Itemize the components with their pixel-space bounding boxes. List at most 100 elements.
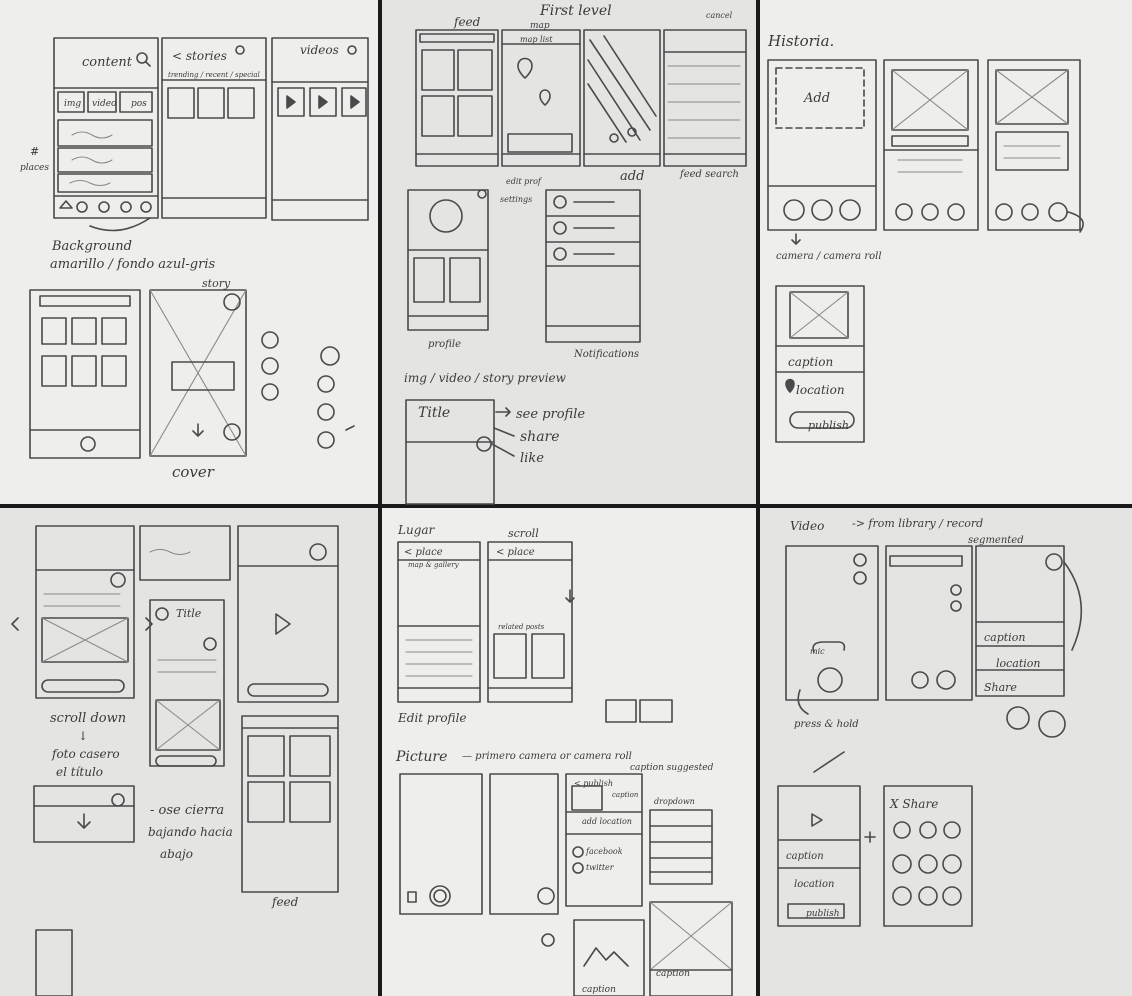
handwritten-note: see profile (516, 407, 586, 422)
handwritten-note: Video (790, 519, 825, 533)
add-screen-sketch (583, 29, 661, 167)
handwritten-note: location (796, 383, 845, 397)
handwritten-note: related posts (498, 623, 545, 631)
handwritten-note: — primero camera or camera roll (462, 751, 632, 762)
stories-screen-sketch (161, 37, 267, 219)
handwritten-note: caption (786, 851, 824, 862)
handwritten-note: dropdown (654, 797, 695, 806)
handwritten-note: add location (582, 817, 632, 826)
map-screen-sketch (501, 29, 581, 167)
handwritten-note: bajando hacia (148, 825, 233, 839)
handwritten-note: caption (582, 985, 616, 995)
search-screen-sketch (663, 29, 747, 167)
handwritten-note: cover (172, 463, 214, 481)
place-related-sketch (487, 541, 575, 703)
handwritten-note: press & hold (794, 719, 859, 730)
handwritten-note: Background (52, 239, 132, 254)
handwritten-note: location (794, 879, 835, 890)
icon-doodles (261, 331, 355, 449)
grid-screen-sketch (29, 289, 141, 459)
handwritten-note: facebook (586, 847, 623, 856)
handwritten-note: twitter (586, 863, 614, 872)
handwritten-note: camera / camera roll (776, 251, 882, 262)
handwritten-note: videos (300, 43, 339, 57)
handwritten-note: scroll down (50, 711, 127, 726)
handwritten-note: caption (788, 355, 834, 369)
video-player-sketch (237, 525, 339, 703)
camera-sketch (399, 773, 483, 915)
handwritten-note: story (202, 277, 231, 290)
historia-publish-sketch (775, 233, 865, 443)
handwritten-note: feed (272, 895, 299, 909)
handwritten-note: scroll (508, 527, 539, 540)
handwritten-note: feed search (680, 169, 739, 180)
notifications-screen-sketch (545, 189, 641, 343)
handwritten-note: caption (984, 631, 1026, 644)
edit-profile-thumb (605, 699, 673, 723)
handwritten-note: img / video / story preview (404, 371, 566, 385)
handwritten-note: ↓ (78, 729, 89, 743)
trending-feed-sketch (241, 715, 339, 893)
crop-preview-sketch (573, 901, 733, 996)
handwritten-note: location (996, 657, 1041, 670)
handwritten-note: Edit profile (398, 711, 467, 725)
video-record-sketch (785, 545, 879, 715)
handwritten-note: caption suggested (630, 763, 714, 773)
historia-text-sketch (987, 59, 1084, 233)
profile-screen-sketch (407, 189, 489, 331)
handwritten-note: mic (810, 647, 825, 656)
videos-screen-sketch (271, 37, 369, 221)
handwritten-note: Historia. (768, 32, 835, 50)
handwritten-note: pos (131, 99, 147, 109)
handwritten-note: segmented (968, 535, 1024, 546)
handwritten-note: el título (56, 765, 104, 779)
story-screen-sketch (149, 289, 247, 457)
handwritten-note: cancel (706, 11, 733, 20)
handwritten-note: caption (612, 791, 639, 799)
historia-edit-sketch (883, 59, 979, 231)
handwritten-note: like (520, 451, 544, 466)
handwritten-note: add (620, 169, 645, 184)
handwritten-note: < publish (574, 779, 614, 788)
handwritten-note: map & gallery (408, 561, 459, 569)
handwritten-note: # (30, 145, 40, 158)
handwritten-note: amarillo / fondo azul-gris (50, 257, 216, 272)
handwritten-note: Add (804, 91, 831, 106)
handwritten-note: Lugar (398, 523, 435, 537)
handwritten-note: Share (984, 681, 1017, 694)
dropdown-sketch (649, 809, 713, 885)
handwritten-note: img (64, 99, 82, 109)
handwritten-note: caption (656, 969, 690, 979)
handwritten-note: trending / recent / special (168, 71, 260, 79)
post-expanded-sketch (139, 525, 231, 767)
handwritten-note: map (530, 21, 550, 31)
feed-screen-sketch (415, 29, 499, 167)
handwritten-note: publish (806, 909, 840, 919)
handwritten-note: abajo (160, 847, 193, 861)
handwritten-note: X Share (890, 797, 939, 811)
dismiss-sketch (33, 785, 135, 996)
camera-roll-sketch (489, 773, 559, 947)
video-final-sketch (777, 751, 861, 927)
handwritten-note: video (92, 99, 117, 109)
handwritten-note: < stories (172, 49, 227, 63)
handwritten-note: < place (404, 547, 443, 558)
handwritten-note: publish (808, 419, 849, 432)
handwritten-note: content (82, 55, 132, 70)
handwritten-note: Notifications (574, 349, 640, 360)
handwritten-note: edit prof (506, 177, 541, 186)
handwritten-note: share (520, 429, 560, 445)
handwritten-note: Title (418, 405, 451, 421)
handwritten-note: < place (496, 547, 535, 558)
handwritten-note: Picture (396, 749, 448, 765)
handwritten-note: settings (500, 195, 533, 204)
handwritten-note: - ose cierra (150, 803, 225, 818)
handwritten-note: First level (540, 3, 612, 19)
handwritten-note: Title (176, 607, 202, 620)
handwritten-note: map list (520, 35, 553, 44)
handwritten-note: foto casero (52, 747, 120, 761)
handwritten-note: profile (428, 339, 461, 350)
handwritten-note: places (20, 163, 49, 173)
video-segmented-sketch (885, 545, 973, 701)
handwritten-note: feed (454, 15, 481, 29)
